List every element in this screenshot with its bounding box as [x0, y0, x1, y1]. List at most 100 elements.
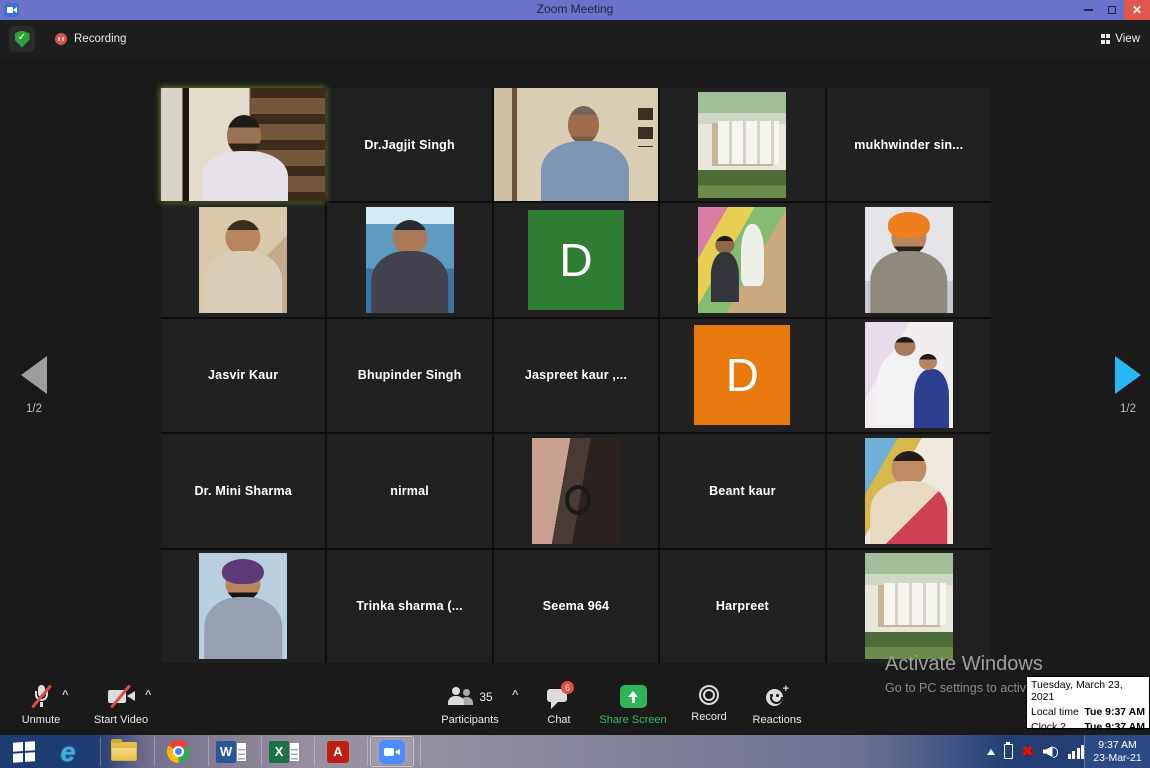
chat-label: Chat	[547, 714, 570, 726]
participant-video	[494, 88, 658, 201]
participant-tile[interactable]	[660, 203, 824, 316]
participant-tile[interactable]	[827, 434, 991, 547]
clock-time: 9:37 AM	[1098, 739, 1137, 752]
participant-tile[interactable]	[827, 203, 991, 316]
participant-tile[interactable]: D	[494, 203, 658, 316]
participant-photo	[865, 322, 953, 428]
participant-name: Harpreet	[716, 599, 769, 613]
acrobat-taskbar-icon[interactable]: A	[318, 738, 358, 765]
audio-options-chevron[interactable]: ^	[62, 689, 68, 701]
view-label: View	[1115, 33, 1140, 45]
right-arrow-icon	[1115, 356, 1141, 394]
windows-taskbar: e W X A ✖ 9:37 AM 23-Mar-21	[0, 735, 1150, 768]
clock-date: 23-Mar-21	[1093, 752, 1141, 765]
participant-tile[interactable]	[827, 319, 991, 432]
participant-photo	[199, 553, 287, 659]
participant-photo	[698, 92, 786, 198]
word-taskbar-icon[interactable]: W	[211, 738, 251, 765]
participants-label: Participants	[441, 714, 498, 726]
participant-tile[interactable]: Trinka sharma (...	[327, 550, 491, 663]
participant-tile[interactable]	[494, 434, 658, 547]
participant-tile[interactable]: D	[660, 319, 824, 432]
zoom-meeting-window: Zoom Meeting ✕ Recording View Dr.Jagjit …	[0, 0, 1150, 768]
participant-tile[interactable]	[660, 88, 824, 201]
participant-tile[interactable]: Seema 964	[494, 550, 658, 663]
tray-error-x-icon[interactable]: ✖	[1022, 743, 1034, 760]
speaker-icon[interactable]	[1043, 745, 1059, 758]
battery-icon[interactable]	[1004, 744, 1013, 759]
chat-button[interactable]: 6 Chat	[534, 685, 584, 726]
close-button[interactable]: ✕	[1124, 0, 1150, 20]
maximize-button[interactable]	[1100, 0, 1124, 20]
reactions-label: Reactions	[753, 714, 802, 726]
video-off-camera-icon	[107, 685, 135, 708]
participant-tile[interactable]: mukhwinder sin...	[827, 88, 991, 201]
participant-tile[interactable]: nirmal	[327, 434, 491, 547]
record-icon	[699, 685, 719, 705]
participant-letter-avatar: D	[528, 210, 624, 310]
participant-grid: Dr.Jagjit Singh mukhwinder sin... D Jasv…	[161, 88, 991, 663]
video-options-chevron[interactable]: ^	[145, 689, 151, 701]
chat-unread-badge: 6	[561, 681, 574, 694]
start-button[interactable]	[4, 738, 44, 765]
clock2-label: Clock 2	[1031, 720, 1066, 735]
internet-explorer-taskbar-icon[interactable]: e	[48, 738, 88, 765]
windows-logo-icon	[13, 741, 35, 762]
security-shield-icon[interactable]	[9, 26, 35, 52]
participant-tile[interactable]	[161, 203, 325, 316]
participant-tile[interactable]: Dr. Mini Sharma	[161, 434, 325, 547]
tooltip-date: Tuesday, March 23, 2021	[1031, 679, 1145, 703]
local-time-value: Tue 9:37 AM	[1084, 705, 1145, 720]
show-hidden-icons-chevron[interactable]	[987, 749, 995, 755]
start-video-label: Start Video	[94, 714, 148, 726]
clock2-value: Tue 9:37 AM	[1084, 720, 1145, 735]
view-button[interactable]: View	[1101, 28, 1140, 50]
chrome-taskbar-icon[interactable]	[158, 738, 198, 765]
reactions-button[interactable]: + Reactions	[746, 685, 808, 726]
excel-taskbar-icon[interactable]: X	[264, 738, 304, 765]
participant-name: Beant kaur	[709, 484, 776, 498]
record-label: Record	[691, 711, 726, 723]
system-tray: ✖	[987, 735, 1084, 768]
participants-options-chevron[interactable]: ^	[512, 689, 518, 701]
participant-tile[interactable]: Jaspreet kaur ,...	[494, 319, 658, 432]
participant-name: Trinka sharma (...	[356, 599, 462, 613]
network-signal-icon[interactable]	[1068, 744, 1085, 759]
unmute-label: Unmute	[22, 714, 61, 726]
zoom-taskbar-icon[interactable]	[372, 738, 412, 765]
participant-photo	[532, 438, 620, 544]
muted-microphone-icon	[30, 685, 52, 708]
chat-icon: 6	[547, 685, 571, 708]
participant-tile[interactable]	[161, 550, 325, 663]
participant-tile[interactable]: Harpreet	[660, 550, 824, 663]
participant-photo	[698, 207, 786, 313]
next-page-arrow[interactable]: 1/2	[1108, 356, 1148, 415]
participant-name: nirmal	[390, 484, 429, 498]
record-button[interactable]: Record	[682, 685, 736, 723]
participant-photo	[366, 207, 454, 313]
participant-tile[interactable]: Jasvir Kaur	[161, 319, 325, 432]
participant-tile[interactable]: Beant kaur	[660, 434, 824, 547]
participant-tile[interactable]	[327, 203, 491, 316]
activate-windows-watermark: Activate Windows	[885, 653, 1043, 676]
taskbar-clock[interactable]: 9:37 AM 23-Mar-21	[1084, 735, 1150, 768]
previous-page-arrow[interactable]: 1/2	[14, 356, 54, 415]
participant-name: Jasvir Kaur	[208, 368, 278, 382]
participant-tile[interactable]: Bhupinder Singh	[327, 319, 491, 432]
participant-tile-video-active-speaker[interactable]	[161, 88, 325, 201]
participant-tile[interactable]	[827, 550, 991, 663]
minimize-button[interactable]	[1076, 0, 1100, 20]
participant-tile-video[interactable]	[494, 88, 658, 201]
participants-button[interactable]: 35 Participants	[436, 685, 504, 726]
participant-photo	[865, 207, 953, 313]
participant-photo	[865, 438, 953, 544]
file-explorer-taskbar-icon[interactable]	[104, 738, 144, 765]
recording-indicator: Recording	[55, 20, 126, 58]
share-screen-button[interactable]: Share Screen	[596, 685, 670, 726]
participant-tile[interactable]: Dr.Jagjit Singh	[327, 88, 491, 201]
share-screen-label: Share Screen	[599, 714, 666, 726]
participant-video	[161, 88, 325, 201]
local-time-label: Local time	[1031, 705, 1079, 720]
window-title: Zoom Meeting	[0, 2, 1150, 16]
participant-name: Seema 964	[543, 599, 609, 613]
